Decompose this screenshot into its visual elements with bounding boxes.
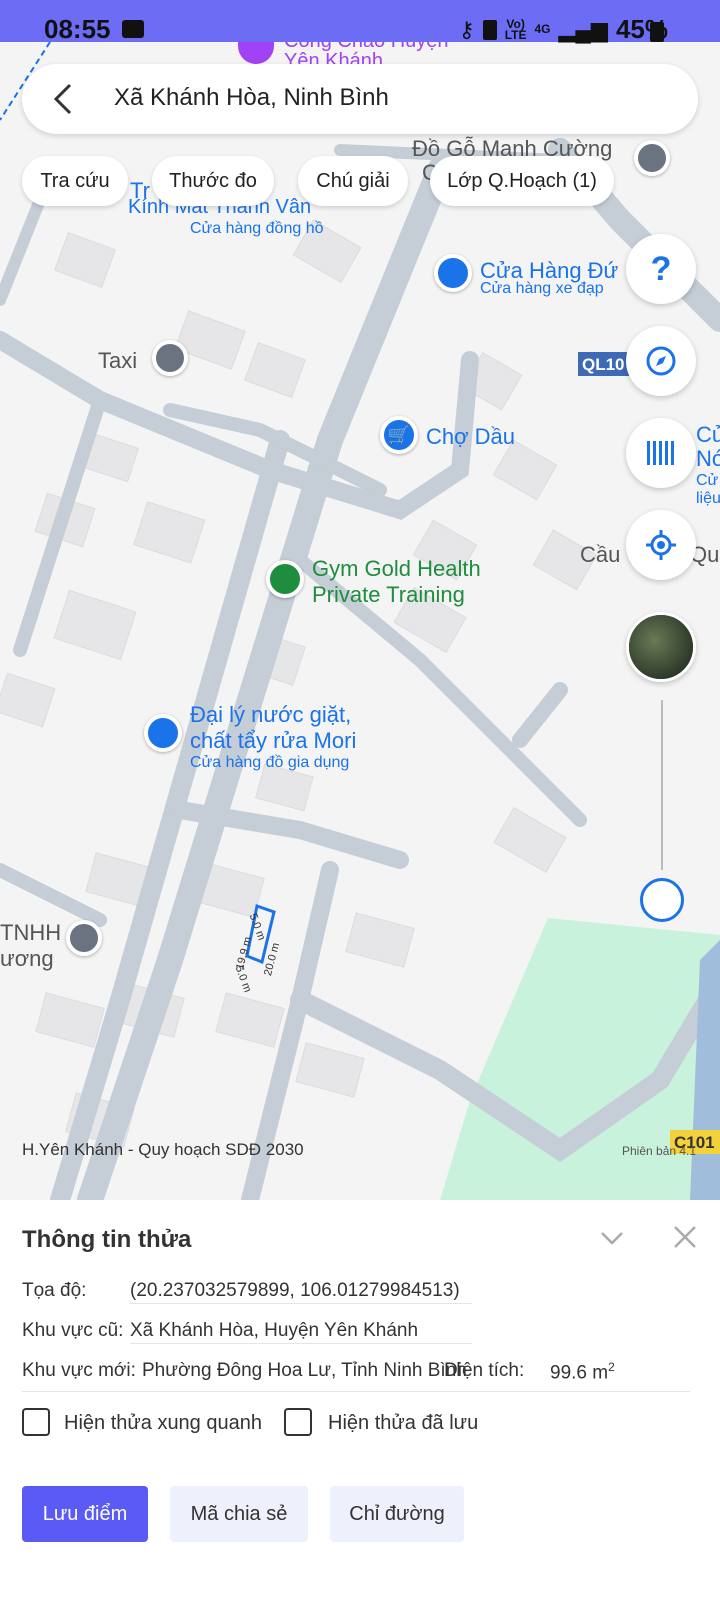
signal-icon: ▂▄▆ (558, 16, 608, 42)
area-value: 99.6 m2 (550, 1360, 615, 1384)
show-saved-label[interactable]: Hiện thửa đã lưu (328, 1412, 478, 1435)
status-time: 08:55 (44, 14, 111, 44)
back-arrow-icon[interactable] (52, 83, 74, 115)
poi-shop-sub: Cửa hàng xe đạp (480, 280, 604, 297)
save-point-button[interactable]: Lưu điểm (22, 1486, 148, 1542)
row-divider (130, 1303, 472, 1304)
chip-ruler[interactable]: Thước đo (152, 156, 274, 206)
chip-planning-layer[interactable]: Lớp Q.Hoạch (1) (430, 156, 614, 206)
poi-watch-sub: Cửa hàng đồng hồ (190, 220, 324, 237)
opacity-slider-track[interactable] (661, 700, 663, 870)
key-icon: ⚷ (458, 16, 475, 42)
old-area-label: Khu vực cũ: (22, 1320, 124, 1341)
panel-title: Thông tin thửa (22, 1226, 192, 1253)
area-label: Diện tích: (444, 1360, 525, 1381)
poi-company-label-1[interactable]: TNHH (0, 920, 61, 946)
poi-company-label-2[interactable]: ương (0, 946, 54, 972)
road-shield-label: QL10 (582, 355, 625, 374)
barcode-icon (647, 441, 674, 465)
search-input[interactable]: Xã Khánh Hòa, Ninh Bình (114, 84, 389, 112)
show-saved-checkbox[interactable] (284, 1408, 312, 1436)
new-area-value: Phường Đông Hoa Lư, Tỉnh Ninh Bình (142, 1360, 467, 1381)
coordinate-label: Tọa độ: (22, 1280, 87, 1301)
coordinate-row: Tọa độ: (20.237032579899, 106.0127998451… (22, 1280, 460, 1302)
old-area-row: Khu vực cũ: Xã Khánh Hòa, Huyện Yên Khán… (22, 1320, 418, 1342)
share-code-button[interactable]: Mã chia sẻ (170, 1486, 308, 1542)
compass-button[interactable] (626, 326, 696, 396)
satellite-thumbnail-icon (629, 615, 693, 679)
poi-right-label-4: liệu (696, 490, 720, 507)
chevron-down-icon[interactable] (598, 1224, 626, 1252)
poi-right-label-2[interactable]: Nó (696, 446, 720, 472)
version-label: Phiên bản 4.1 (622, 1144, 697, 1158)
status-bar: 08:55 ⚷ Vo) LTE 4G ▂▄▆ 45% (0, 0, 720, 45)
close-icon[interactable] (672, 1224, 698, 1250)
directions-button[interactable]: Chỉ đường (330, 1486, 464, 1542)
chip-legend[interactable]: Chú giải (298, 156, 408, 206)
plan-layer-label: H.Yên Khánh - Quy hoạch SDĐ 2030 (22, 1140, 304, 1159)
old-area-value: Xã Khánh Hòa, Huyện Yên Khánh (130, 1320, 419, 1341)
poi-gym-label-1[interactable]: Gym Gold Health (312, 556, 481, 582)
shopping-bag-marker-icon[interactable] (144, 714, 182, 752)
poi-right-label-1[interactable]: Cử (696, 422, 720, 448)
search-bar[interactable]: Xã Khánh Hòa, Ninh Bình (22, 64, 698, 134)
taxi-marker-icon[interactable] (152, 340, 188, 376)
my-location-button[interactable] (626, 510, 696, 580)
satellite-layer-button[interactable] (626, 612, 696, 682)
poi-right-label-3: Cử (696, 472, 719, 489)
gym-marker-icon[interactable] (266, 560, 304, 598)
status-icons: ⚷ Vo) LTE 4G ▂▄▆ 45% (459, 14, 668, 45)
area-row: Diện tích: 99.6 m2 (444, 1360, 615, 1383)
poi-market-label[interactable]: Chợ Dầu (426, 424, 515, 450)
coordinate-value: (20.237032579899, 106.01279984513) (130, 1280, 460, 1301)
furniture-marker-icon[interactable] (634, 140, 670, 176)
section-divider (22, 1391, 690, 1392)
poi-detergent-label-1[interactable]: Đại lý nước giặt, (190, 702, 351, 728)
poi-gym-label-2[interactable]: Private Training (312, 582, 465, 608)
market-marker-icon[interactable]: 🛒 (380, 416, 418, 454)
battery-icon (650, 22, 664, 42)
volte-indicator: Vo) LTE (504, 16, 527, 42)
new-area-label: Khu vực mới: (22, 1360, 136, 1381)
crosshair-icon (646, 530, 676, 560)
barcode-button[interactable] (626, 418, 696, 488)
poi-detergent-sub: Cửa hàng đồ gia dụng (190, 754, 350, 771)
poi-taxi-label[interactable]: Taxi (98, 348, 137, 374)
poi-detergent-label-2[interactable]: chất tẩy rửa Mori (190, 728, 356, 754)
show-neighbors-label[interactable]: Hiện thửa xung quanh (64, 1412, 262, 1435)
row-divider (130, 1343, 472, 1344)
show-neighbors-checkbox[interactable] (22, 1408, 50, 1436)
poi-bridge-label[interactable]: Cầu (580, 542, 620, 568)
help-button[interactable]: ? (626, 234, 696, 304)
new-area-row: Khu vực mới: Phường Đông Hoa Lư, Tỉnh Ni… (22, 1360, 467, 1382)
network-type: 4G (534, 22, 551, 36)
chip-lookup[interactable]: Tra cứu (22, 156, 128, 206)
clipboard-icon (482, 19, 497, 40)
compass-icon (646, 346, 676, 376)
shop-marker-icon[interactable] (434, 254, 472, 292)
company-marker-icon[interactable] (66, 920, 102, 956)
opacity-slider-handle[interactable] (640, 878, 684, 922)
image-notification-icon (122, 20, 144, 38)
question-icon: ? (650, 249, 672, 288)
